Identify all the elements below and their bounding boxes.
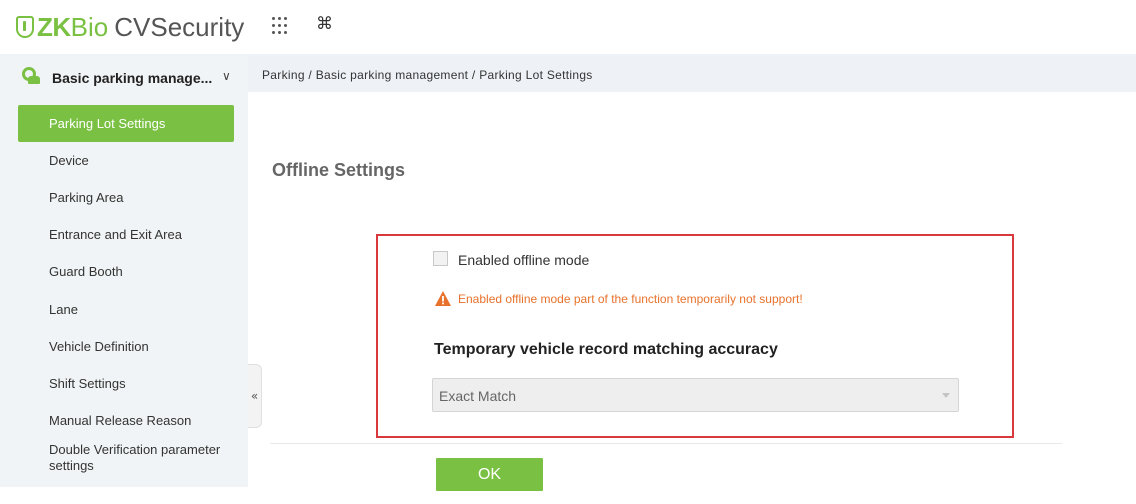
sidebar-item-shift-settings[interactable]: Shift Settings	[18, 376, 234, 392]
module-selector[interactable]: Basic parking manage... ∨	[0, 54, 248, 102]
offline-mode-checkbox[interactable]	[433, 251, 448, 266]
offline-mode-label[interactable]: Enabled offline mode	[458, 252, 589, 268]
logo-zk-text: ZK	[37, 11, 71, 42]
sidebar-item-vehicle-definition[interactable]: Vehicle Definition	[18, 339, 234, 355]
matching-accuracy-label: Temporary vehicle record matching accura…	[434, 341, 778, 358]
sidebar-item-parking-lot-settings[interactable]: Parking Lot Settings	[18, 105, 234, 142]
footer-divider	[270, 443, 1062, 444]
parking-gear-icon	[22, 67, 40, 85]
matching-accuracy-select[interactable]: Exact Match	[432, 378, 959, 412]
offline-warning-text: Enabled offline mode part of the functio…	[458, 292, 803, 306]
chevron-down-icon: ∨	[222, 69, 231, 83]
warning-triangle-icon	[435, 291, 451, 306]
zkbio-logo[interactable]: ZK Bio CVSecurity	[16, 12, 244, 42]
grid-dots-icon[interactable]	[272, 17, 290, 35]
sidebar-item-lane[interactable]: Lane	[18, 302, 234, 318]
ok-button[interactable]: OK	[436, 458, 543, 491]
sidebar-item-double-verification[interactable]: Double Verification parameter settings	[18, 442, 234, 474]
command-key-icon[interactable]: ⌘	[316, 14, 333, 34]
sidebar-collapse-handle[interactable]: «	[248, 364, 262, 428]
sidebar: Basic parking manage... ∨ Parking Lot Se…	[0, 54, 248, 487]
section-title: Offline Settings	[272, 160, 406, 180]
sidebar-item-entrance-exit-area[interactable]: Entrance and Exit Area	[18, 227, 234, 243]
sidebar-item-parking-area[interactable]: Parking Area	[18, 190, 234, 206]
logo-bio-text: Bio	[70, 11, 109, 42]
caret-down-icon	[942, 393, 950, 398]
module-label: Basic parking manage...	[52, 70, 213, 86]
logo-product-text: CVSecurity	[114, 11, 245, 42]
breadcrumb-bar: Parking / Basic parking management / Par…	[248, 54, 1136, 92]
sidebar-item-guard-booth[interactable]: Guard Booth	[18, 264, 234, 280]
shield-logo-icon	[16, 16, 34, 38]
sidebar-item-device[interactable]: Device	[18, 153, 234, 169]
matching-accuracy-value: Exact Match	[439, 388, 517, 404]
breadcrumb: Parking / Basic parking management / Par…	[262, 68, 593, 82]
top-bar: ZK Bio CVSecurity ⌘	[0, 0, 1136, 54]
sidebar-item-manual-release-reason[interactable]: Manual Release Reason	[18, 413, 234, 429]
